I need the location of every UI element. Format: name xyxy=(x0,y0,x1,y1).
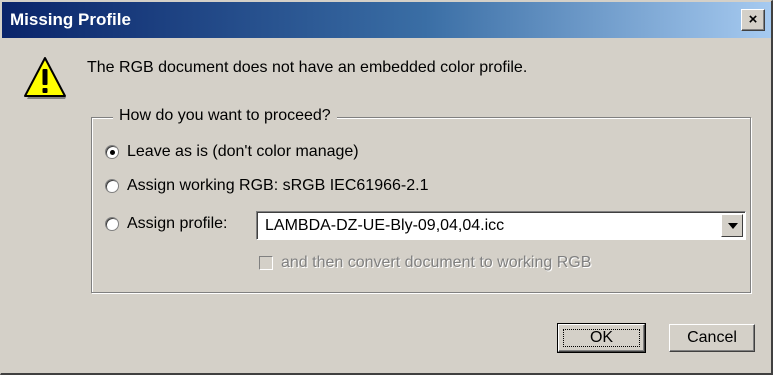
window-title: Missing Profile xyxy=(10,10,131,29)
message-text: The RGB document does not have an embedd… xyxy=(87,59,528,76)
missing-profile-dialog: Missing Profile × The RGB document does … xyxy=(0,0,773,375)
close-button[interactable]: × xyxy=(741,9,765,31)
radio-button[interactable] xyxy=(105,179,119,193)
radio-selected-dot xyxy=(110,150,115,155)
radio-label: Leave as is (don't color manage) xyxy=(127,143,359,160)
radio-button[interactable] xyxy=(105,145,119,159)
groupbox-legend: How do you want to proceed? xyxy=(113,107,337,125)
title-bar[interactable]: Missing Profile × xyxy=(2,2,771,38)
cancel-button-label: Cancel xyxy=(687,329,737,346)
convert-checkbox-row[interactable]: and then convert document to working RGB xyxy=(259,254,591,272)
warning-icon xyxy=(24,57,66,99)
close-icon: × xyxy=(748,11,758,28)
profile-select[interactable]: LAMBDA-DZ-UE-Bly-09,04,04.icc xyxy=(256,211,746,240)
convert-checkbox-label: and then convert document to working RGB xyxy=(281,254,592,271)
radio-assign-profile[interactable]: Assign profile: xyxy=(105,215,228,233)
ok-button[interactable]: OK xyxy=(557,323,646,353)
profile-select-value: LAMBDA-DZ-UE-Bly-09,04,04.icc xyxy=(265,217,505,234)
convert-checkbox[interactable] xyxy=(259,256,273,270)
dropdown-button[interactable] xyxy=(721,214,743,237)
chevron-down-icon xyxy=(728,223,738,229)
ok-button-label: OK xyxy=(589,329,614,346)
radio-leave-as-is[interactable]: Leave as is (don't color manage) xyxy=(105,143,359,161)
radio-assign-working-rgb[interactable]: Assign working RGB: sRGB IEC61966-2.1 xyxy=(105,177,428,195)
radio-label: Assign working RGB: sRGB IEC61966-2.1 xyxy=(127,177,429,194)
cancel-button[interactable]: Cancel xyxy=(669,324,755,352)
radio-button[interactable] xyxy=(105,217,119,231)
radio-label: Assign profile: xyxy=(127,215,228,232)
